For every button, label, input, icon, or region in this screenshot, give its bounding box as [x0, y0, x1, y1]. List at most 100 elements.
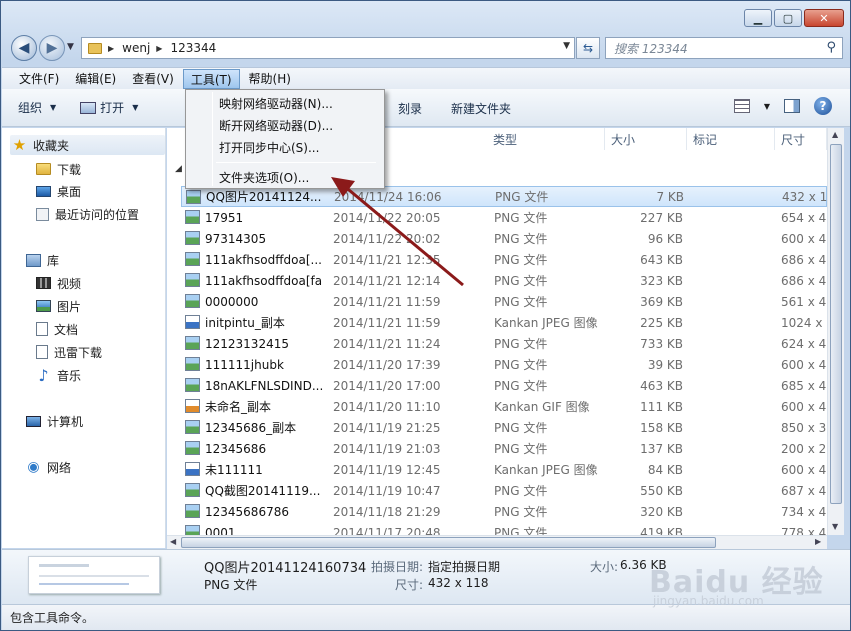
file-row[interactable]: initpintu_副本 2014/11/21 11:59 Kankan JPEG … [181, 312, 827, 333]
search-placeholder: 搜索 123344 [614, 41, 688, 56]
file-type: Kankan GIF 图像 [494, 400, 590, 414]
scroll-left-icon[interactable]: ◀ [170, 537, 176, 546]
breadcrumb-123344[interactable]: 123344 [170, 41, 216, 55]
file-dimensions: 1024 x [781, 315, 823, 330]
file-date: 2014/11/21 11:24 [333, 336, 441, 351]
menu-separator [216, 162, 376, 163]
help-icon[interactable]: ? [814, 97, 832, 115]
details-dim-label: 尺寸: [395, 578, 424, 592]
file-row[interactable]: 12345686786 2014/11/18 21:29 PNG 文件 320 KB 7… [181, 501, 827, 522]
search-icon[interactable]: ⚲ [826, 40, 836, 55]
menu-file[interactable]: 文件(F) [12, 69, 66, 89]
open-button[interactable]: 打开 ▼ [80, 99, 138, 116]
refresh-button[interactable]: ⇆ [576, 37, 600, 59]
status-text: 包含工具命令。 [10, 611, 95, 625]
file-type: PNG 文件 [494, 232, 548, 246]
file-row[interactable]: QQ截图20141119... 2014/11/19 10:47 PNG 文件 550… [181, 480, 827, 501]
column-tags[interactable]: 标记 [687, 128, 775, 150]
menu-item-disconnect-network-drive[interactable]: 断开网络驱动器(D)... [189, 115, 381, 137]
menu-help[interactable]: 帮助(H) [242, 69, 298, 89]
forward-button[interactable]: ▶ [39, 35, 65, 61]
address-bar[interactable]: ▶ wenj ▶ 123344 ▼ [81, 37, 575, 59]
nav-label: 下载 [57, 162, 82, 177]
nav-thunder-downloads[interactable]: 迅雷下载 [36, 342, 102, 362]
chevron-down-icon: ▼ [50, 103, 57, 112]
file-date: 2014/11/20 11:10 [333, 399, 441, 414]
vertical-scrollbar[interactable]: ▲ ▼ [827, 128, 844, 535]
file-dimensions: 624 x 4 [781, 336, 827, 351]
file-size: 96 KB [647, 231, 683, 246]
file-row[interactable]: 111akfhsodffdoa[fa 2014/11/21 12:14 PNG 文件… [181, 270, 827, 291]
file-name: 12345686786 [205, 504, 289, 519]
nav-videos[interactable]: 视频 [36, 273, 81, 293]
file-date: 2014/11/19 12:45 [333, 462, 441, 477]
horizontal-scrollbar[interactable]: ◀ ▶ [167, 535, 827, 549]
group-collapse-icon[interactable]: ◢ [175, 164, 182, 174]
nav-documents[interactable]: 文档 [36, 319, 78, 339]
file-row[interactable]: 97314305 2014/11/22 20:02 PNG 文件 96 KB 600 x… [181, 228, 827, 249]
nav-libraries[interactable]: 库 [26, 250, 59, 270]
file-row[interactable]: 0001 2014/11/17 20:48 PNG 文件 419 KB 778 x 4 [181, 522, 827, 535]
preview-pane-icon[interactable] [784, 99, 800, 113]
file-dimensions: 600 x 4 [781, 399, 827, 414]
file-date: 2014/11/20 17:39 [333, 357, 441, 372]
nav-recent-places[interactable]: 最近访问的位置 [36, 204, 139, 224]
file-row[interactable]: 17951 2014/11/22 20:05 PNG 文件 227 KB 654 x 4 [181, 207, 827, 228]
menu-tools[interactable]: 工具(T) [182, 68, 240, 89]
nav-pictures[interactable]: 图片 [36, 296, 81, 316]
file-dimensions: 600 x 4 [781, 462, 827, 477]
file-type: PNG 文件 [494, 442, 548, 456]
file-row[interactable]: 12123132415 2014/11/21 11:24 PNG 文件 733 KB 6… [181, 333, 827, 354]
scroll-right-icon[interactable]: ▶ [815, 537, 821, 546]
file-dimensions: 600 x 4 [781, 357, 827, 372]
file-row[interactable]: 18nAKLFNLSDIND... 2014/11/20 17:00 PNG 文件 4… [181, 375, 827, 396]
file-row[interactable]: 0000000 2014/11/21 11:59 PNG 文件 369 KB 561 x… [181, 291, 827, 312]
nav-desktop[interactable]: 桌面 [36, 181, 81, 201]
file-row[interactable]: 12345686 2014/11/19 21:03 PNG 文件 137 KB 200 … [181, 438, 827, 459]
organize-button[interactable]: 组织 ▼ [18, 99, 56, 116]
menu-view[interactable]: 查看(V) [125, 69, 181, 89]
file-row[interactable]: 111akfhsodffdoa[... 2014/11/21 12:35 PNG 文… [181, 249, 827, 270]
menu-item-map-network-drive[interactable]: 映射网络驱动器(N)... [189, 93, 381, 115]
recent-pages-chevron-icon[interactable]: ▼ [67, 42, 74, 52]
file-row[interactable]: QQ图片20141124... 2014/11/24 16:06 PNG 文件 7 K… [181, 186, 827, 207]
nav-label: 迅雷下载 [54, 345, 103, 360]
file-row[interactable]: 12345686_副本 2014/11/19 21:25 PNG 文件 158 KB 8… [181, 417, 827, 438]
file-name: 111akfhsodffdoa[... [205, 252, 322, 267]
nav-computer[interactable]: 计算机 [26, 411, 83, 431]
breadcrumb-arrow-icon[interactable]: ▶ [156, 44, 162, 53]
breadcrumb-wenj[interactable]: wenj [122, 41, 150, 55]
png-file-icon [185, 378, 200, 392]
menu-edit[interactable]: 编辑(E) [68, 69, 123, 89]
nav-downloads[interactable]: 下载 [36, 159, 81, 179]
file-row[interactable]: 111111jhubk 2014/11/20 17:39 PNG 文件 39 KB 60… [181, 354, 827, 375]
file-row[interactable]: 未命名_副本 2014/11/20 11:10 Kankan GIF 图像 111 K… [181, 396, 827, 417]
menu-item-open-sync-center[interactable]: 打开同步中心(S)... [189, 137, 381, 159]
column-size[interactable]: 大小 [605, 128, 687, 150]
file-row[interactable]: 未111111 2014/11/19 12:45 Kankan JPEG 图像 84 … [181, 459, 827, 480]
close-button[interactable]: ✕ [804, 9, 844, 27]
view-dropdown-icon[interactable]: ▼ [764, 102, 770, 111]
column-dimensions[interactable]: 尺寸 [775, 128, 827, 150]
change-view-icon[interactable] [733, 99, 750, 113]
scroll-up-icon[interactable]: ▲ [832, 130, 838, 139]
nav-network[interactable]: ◉ 网络 [26, 457, 71, 477]
horizontal-scroll-thumb[interactable] [181, 537, 716, 548]
new-folder-button[interactable]: 新建文件夹 [451, 100, 511, 117]
address-dropdown-icon[interactable]: ▼ [563, 41, 570, 51]
vertical-scroll-thumb[interactable] [830, 144, 842, 504]
nav-music[interactable]: ♪ 音乐 [36, 365, 81, 385]
scroll-down-icon[interactable]: ▼ [832, 522, 838, 531]
nav-favorites[interactable]: ★ 收藏夹 [10, 135, 165, 155]
back-button[interactable]: ◀ [11, 35, 37, 61]
minimize-button[interactable]: ▁ [744, 9, 772, 27]
column-type[interactable]: 类型 [487, 128, 605, 150]
burn-button[interactable]: 刻录 [398, 100, 422, 117]
file-date: 2014/11/19 10:47 [333, 483, 441, 498]
breadcrumb-arrow-icon[interactable]: ▶ [108, 44, 114, 53]
search-input[interactable]: 搜索 123344 ⚲ [605, 37, 843, 59]
details-dim-value: 432 x 118 [428, 576, 489, 590]
details-shot-value[interactable]: 指定拍摄日期 [428, 558, 500, 575]
file-dimensions: 687 x 4 [781, 483, 827, 498]
maximize-button[interactable]: ▢ [774, 9, 802, 27]
